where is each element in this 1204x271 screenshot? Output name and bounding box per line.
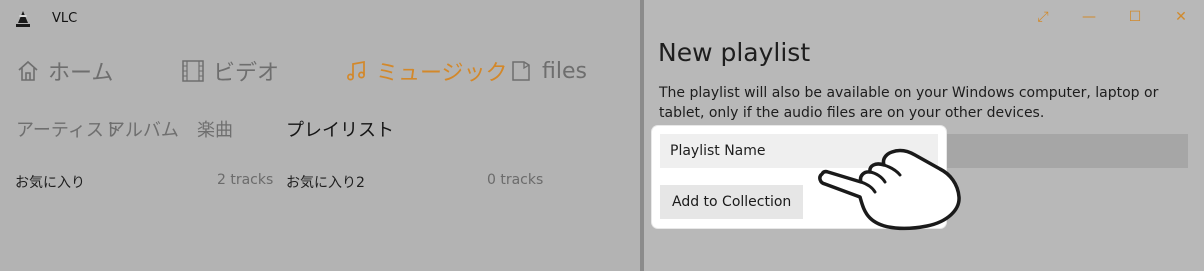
nav-video[interactable]: ビデオ [181, 56, 279, 86]
title-bar: VLC [0, 0, 640, 38]
nav-music-label: ミュージック [376, 61, 508, 86]
add-to-collection-button[interactable]: Add to Collection [660, 185, 804, 219]
subnav-artists[interactable]: アーティスト [16, 116, 122, 142]
subnav-playlists[interactable]: プレイリスト [286, 116, 394, 142]
maximize-icon[interactable]: ☐ [1126, 8, 1144, 26]
film-icon [182, 60, 204, 82]
nav-video-label: ビデオ [213, 61, 280, 86]
minimize-icon[interactable]: — [1080, 8, 1098, 26]
main-window: VLC ホーム ビデオ ミュージック files アーティスト アルバム 楽曲 … [0, 0, 640, 271]
close-icon[interactable]: ✕ [1172, 8, 1190, 26]
playlist-name[interactable]: お気に入り2 [286, 172, 365, 192]
folder-icon [512, 61, 530, 81]
app-title: VLC [52, 11, 78, 26]
playlist-name-field-background [944, 134, 1188, 168]
nav-home[interactable]: ホーム [16, 56, 113, 86]
subnav-songs[interactable]: 楽曲 [197, 116, 233, 142]
playlist-count: 0 tracks [487, 172, 544, 188]
nav-music[interactable]: ミュージック [344, 56, 508, 86]
dialog-description: The playlist will also be available on y… [659, 85, 1159, 121]
vlc-cone-icon [16, 11, 30, 27]
nav-files[interactable]: files [510, 56, 587, 86]
nav-home-label: ホーム [48, 61, 114, 86]
expand-icon[interactable]: ⤢ [1034, 8, 1052, 26]
nav-files-label: files [542, 58, 587, 84]
music-note-icon [347, 60, 365, 81]
playlist-count: 2 tracks [217, 172, 274, 188]
pointing-hand-icon [818, 148, 961, 231]
subnav-albums[interactable]: アルバム [107, 116, 179, 142]
home-icon [18, 60, 38, 81]
dialog-title: New playlist [658, 38, 811, 67]
playlist-name[interactable]: お気に入り [15, 172, 85, 192]
